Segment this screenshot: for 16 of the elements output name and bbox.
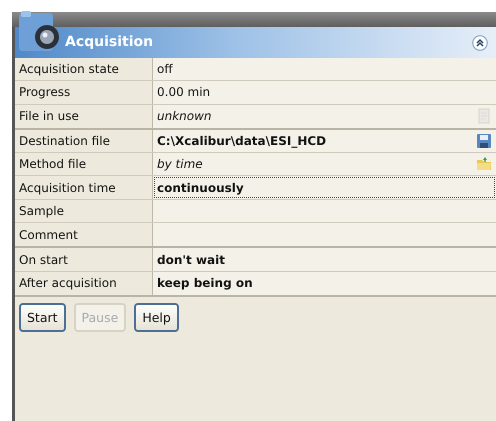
value-field[interactable]: by time (153, 153, 496, 176)
action-button[interactable]: Help (134, 302, 179, 332)
value-field[interactable]: 0.00 min (153, 81, 496, 104)
value-field[interactable] (153, 200, 496, 222)
collapse-icon[interactable] (472, 34, 488, 50)
value-field[interactable]: C:\Xcalibur\data\ESI_HCD (153, 130, 496, 152)
value-field[interactable] (153, 223, 496, 246)
value-field[interactable]: off (153, 58, 496, 80)
value-field[interactable]: unknown (153, 104, 496, 128)
value-field[interactable]: keep being on (153, 272, 496, 295)
folder-icon[interactable] (476, 156, 492, 172)
panel-title: Acquisition (65, 33, 154, 52)
action-button[interactable]: Start (19, 302, 66, 332)
value-field[interactable]: continuously (153, 176, 496, 199)
value-field[interactable]: don't wait (153, 248, 496, 271)
save-icon[interactable] (476, 133, 492, 150)
